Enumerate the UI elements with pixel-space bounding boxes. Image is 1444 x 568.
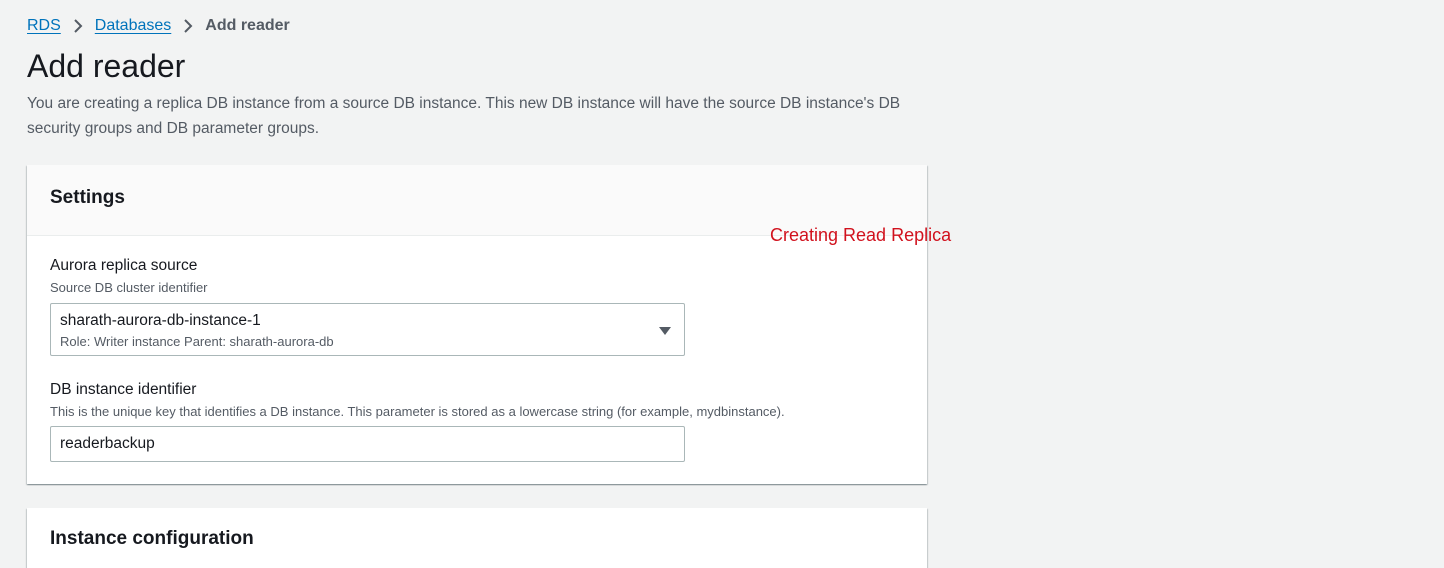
chevron-right-icon <box>67 15 89 37</box>
breadcrumb-rds-link[interactable]: RDS <box>27 17 61 35</box>
annotation-text: Creating Read Replica <box>770 225 952 245</box>
page-title: Add reader <box>27 48 186 84</box>
breadcrumb-current: Add reader <box>205 17 290 34</box>
instance-configuration-panel: Instance configuration <box>27 508 927 568</box>
caret-down-icon <box>658 324 672 336</box>
db-instance-identifier-description: This is the unique key that identifies a… <box>50 404 785 419</box>
replica-source-label: Aurora replica source <box>50 257 198 274</box>
settings-panel: Settings Aurora replica source Source DB… <box>27 165 927 484</box>
instance-configuration-title: Instance configuration <box>50 528 254 549</box>
breadcrumb-databases-link[interactable]: Databases <box>95 17 172 35</box>
replica-source-selected-value: sharath-aurora-db-instance-1 <box>60 312 261 329</box>
db-instance-identifier-label: DB instance identifier <box>50 381 197 398</box>
chevron-right-icon <box>177 15 199 37</box>
breadcrumb: RDS Databases Add reader <box>27 15 290 37</box>
replica-source-selected-detail: Role: Writer instance Parent: sharath-au… <box>60 334 334 349</box>
replica-source-description: Source DB cluster identifier <box>50 280 208 295</box>
db-instance-identifier-input[interactable] <box>50 426 685 462</box>
page-description: You are creating a replica DB instance f… <box>27 95 901 137</box>
replica-source-select[interactable]: sharath-aurora-db-instance-1 Role: Write… <box>50 303 685 356</box>
settings-title: Settings <box>50 187 125 208</box>
